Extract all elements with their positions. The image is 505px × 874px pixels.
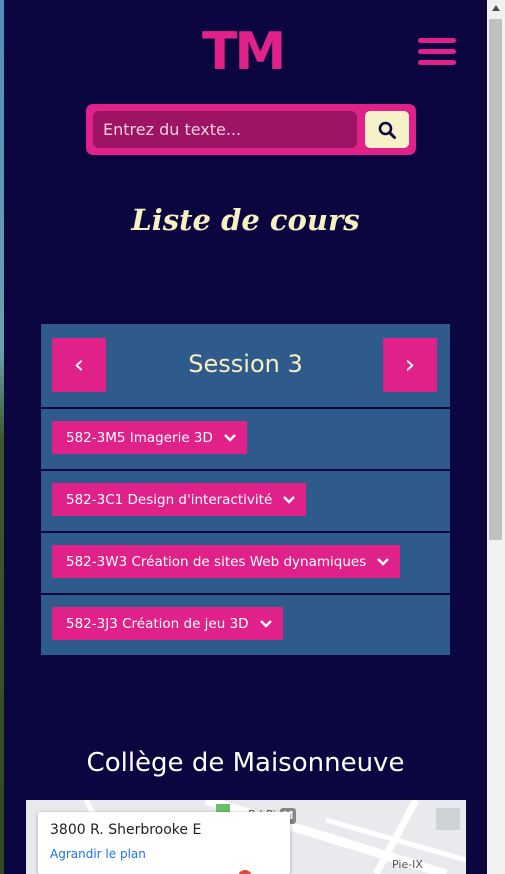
scroll-up-arrow[interactable] <box>487 4 505 16</box>
course-label: 582-3M5 Imagerie 3D <box>66 429 213 446</box>
chevron-down-icon <box>376 557 390 567</box>
course-toggle-button[interactable]: 582-3W3 Création de sites Web dynamiques <box>52 545 401 578</box>
course-row: 582-3C1 Design d'interactivité <box>41 471 450 531</box>
course-label: 582-3J3 Création de jeu 3D <box>66 615 249 632</box>
course-toggle-button[interactable]: 582-3C1 Design d'interactivité <box>52 483 307 516</box>
tm-logo[interactable]: TM <box>202 24 286 80</box>
chevron-down-icon <box>223 433 237 443</box>
next-session-button[interactable]: › <box>383 338 437 392</box>
scrollbar[interactable] <box>487 0 505 874</box>
previous-session-button[interactable]: ‹ <box>52 338 106 392</box>
map-embed[interactable]: M Bd Pi Pie-IX 3800 R. Sherbrooke E Agra… <box>26 800 466 874</box>
chevron-down-icon <box>259 619 273 629</box>
search-input[interactable] <box>93 111 357 148</box>
chevron-right-icon: › <box>404 350 416 380</box>
session-header: Session 3 ‹ › <box>41 324 450 407</box>
course-toggle-button[interactable]: 582-3J3 Création de jeu 3D <box>52 607 283 640</box>
page: TM Liste de cours Session 3 ‹ › 582- <box>4 0 487 874</box>
search-button[interactable] <box>365 111 409 148</box>
search-icon <box>378 121 396 139</box>
session-panel: Session 3 ‹ › 582-3M5 Imagerie 3D 582-3C… <box>41 324 450 655</box>
college-title: Collège de Maisonneuve <box>86 748 405 778</box>
course-row: 582-3W3 Création de sites Web dynamiques <box>41 533 450 593</box>
scrollbar-thumb[interactable] <box>489 19 502 540</box>
page-title: Liste de cours <box>131 203 360 237</box>
chevron-left-icon: ‹ <box>73 350 85 380</box>
course-row: 582-3J3 Création de jeu 3D <box>41 595 450 655</box>
course-toggle-button[interactable]: 582-3M5 Imagerie 3D <box>52 421 247 454</box>
course-label: 582-3C1 Design d'interactivité <box>66 491 273 508</box>
map-info-card: 3800 R. Sherbrooke E Agrandir le plan <box>38 812 290 874</box>
chevron-down-icon <box>282 495 296 505</box>
course-row: 582-3M5 Imagerie 3D <box>41 409 450 469</box>
menu-icon[interactable] <box>418 38 456 66</box>
course-label: 582-3W3 Création de sites Web dynamiques <box>66 553 367 570</box>
enlarge-map-link[interactable]: Agrandir le plan <box>50 847 146 861</box>
road-label: Pie-IX <box>392 858 423 871</box>
search-bar <box>86 104 416 155</box>
map-address: 3800 R. Sherbrooke E <box>50 822 202 838</box>
